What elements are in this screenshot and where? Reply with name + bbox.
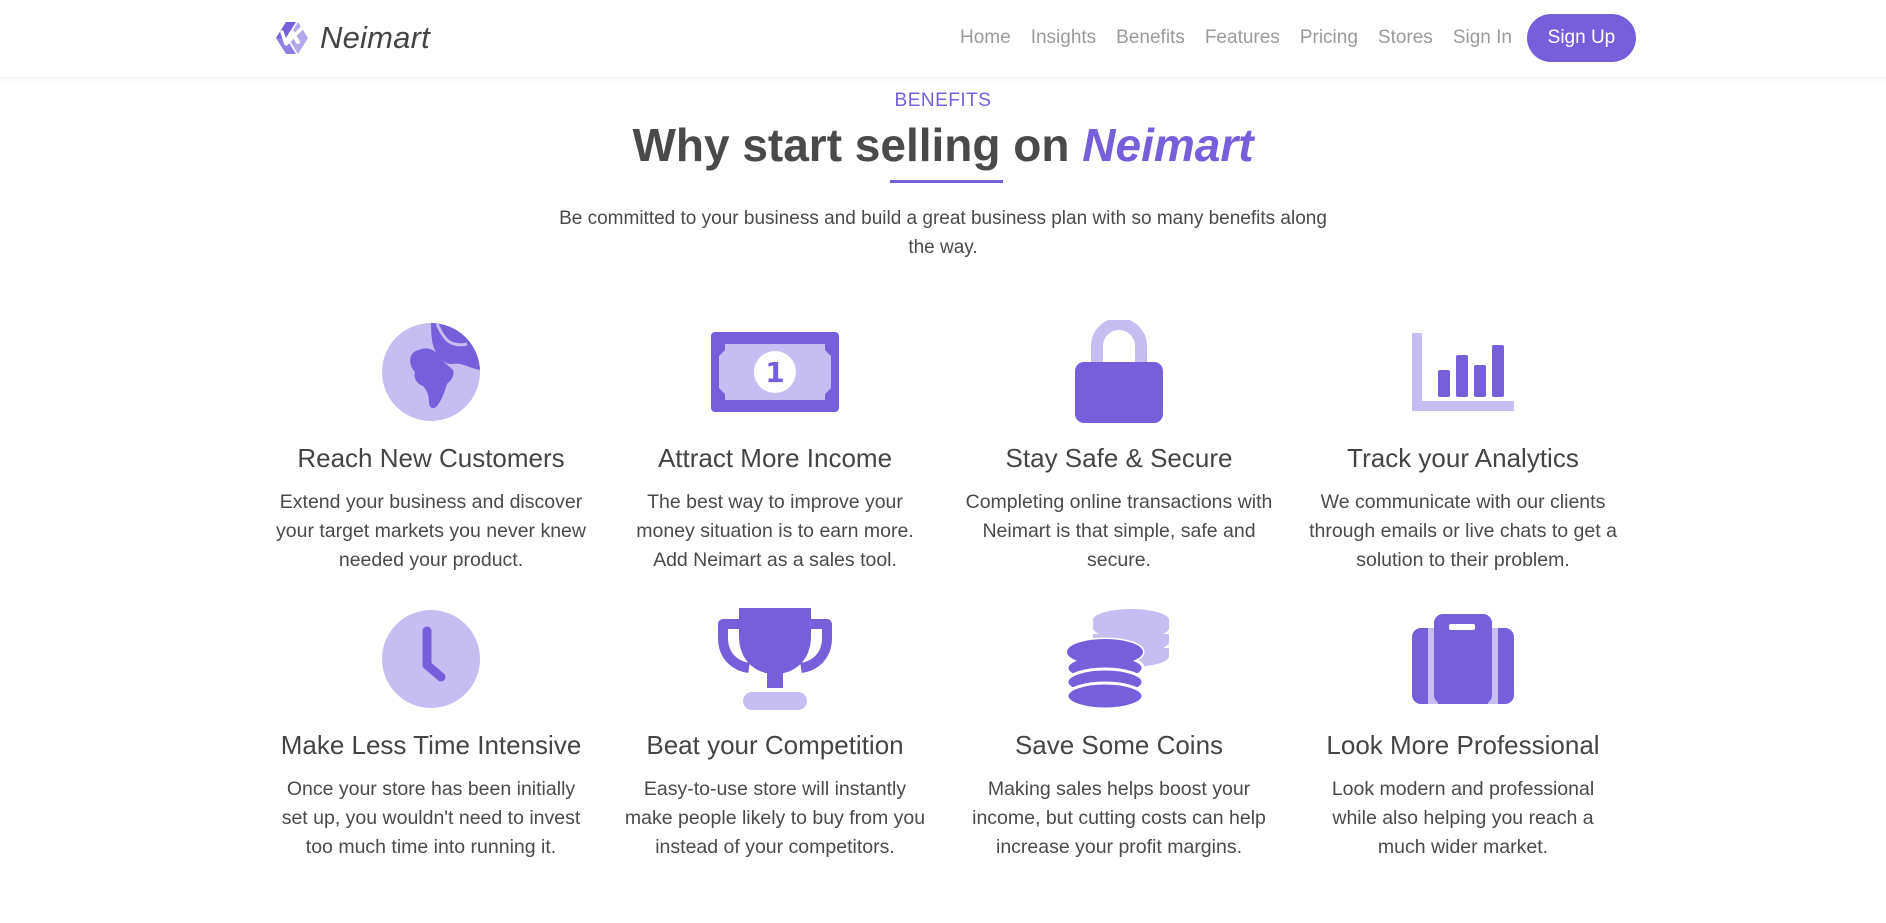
top-navbar: Neimart Home Insights Benefits Features … [0,0,1886,77]
nav-link-home[interactable]: Home [960,27,1011,49]
benefit-text: The best way to improve your money situa… [636,491,914,571]
section-title-accent: Neimart [1082,119,1254,171]
benefit-text: Look modern and professional while also … [1331,778,1595,858]
benefit-card-time: Make Less Time Intensive Once your store… [271,607,591,862]
benefit-title: Look More Professional [1326,730,1600,760]
trophy-icon [615,607,935,711]
benefit-text: Easy-to-use store will instantly make pe… [624,778,926,858]
benefit-text: Once your store has been initially set u… [281,778,581,858]
benefit-title: Make Less Time Intensive [280,730,582,760]
benefit-text: Completing online transactions with Neim… [965,491,1273,571]
benefit-title: Stay Safe & Secure [1005,443,1233,473]
benefit-card-income: 1 Attract More Income The best way to im… [615,320,935,575]
benefit-title: Beat your Competition [646,730,904,760]
benefit-card-coins: Save Some Coins Making sales helps boost… [959,607,1279,862]
benefit-card-competition: Beat your Competition Easy-to-use store … [615,607,935,862]
benefit-text: Extend your business and discover your t… [276,491,586,571]
benefit-card-secure: Stay Safe & Secure Completing online tra… [959,320,1279,575]
bar-chart-icon [1303,320,1623,424]
title-underline [890,180,1003,183]
lock-icon [959,320,1279,424]
primary-nav: Home Insights Benefits Features Pricing … [960,14,1636,62]
benefit-title: Save Some Coins [1014,730,1224,760]
benefit-title: Track your Analytics [1347,443,1579,473]
benefit-card-analytics: Track your Analytics We communicate with… [1303,320,1623,575]
benefit-card-reach: Reach New Customers Extend your business… [271,320,591,575]
nav-link-insights[interactable]: Insights [1031,27,1096,49]
benefit-title: Attract More Income [657,443,893,473]
nav-link-stores[interactable]: Stores [1378,27,1433,49]
brand-name: Neimart [320,20,430,55]
benefit-text: Making sales helps boost your income, bu… [972,778,1266,858]
benefit-card-professional: Look More Professional Look modern and p… [1303,607,1623,862]
nav-link-features[interactable]: Features [1205,27,1280,49]
briefcase-icon [1303,607,1623,711]
brand-logo-link[interactable]: Neimart [272,17,430,59]
nav-link-pricing[interactable]: Pricing [1300,27,1358,49]
neimart-logo-icon [272,18,312,58]
banknote-icon: 1 [615,320,935,424]
nav-link-sign-in[interactable]: Sign In [1453,27,1512,49]
section-title-lead: Why start selling on [632,119,1083,171]
clock-icon [271,607,591,711]
benefit-title: Reach New Customers [297,443,565,473]
nav-link-benefits[interactable]: Benefits [1116,27,1185,49]
section-eyebrow: BENEFITS [894,90,992,111]
section-subtitle: Be committed to your business and build … [559,208,1327,258]
banknote-digit: 1 [765,356,784,389]
sign-up-button[interactable]: Sign Up [1526,14,1636,62]
benefit-text: We communicate with our clients through … [1309,491,1617,571]
globe-icon [271,320,591,424]
section-title: Why start selling on Neimart [0,118,1886,172]
coins-icon [959,607,1279,711]
